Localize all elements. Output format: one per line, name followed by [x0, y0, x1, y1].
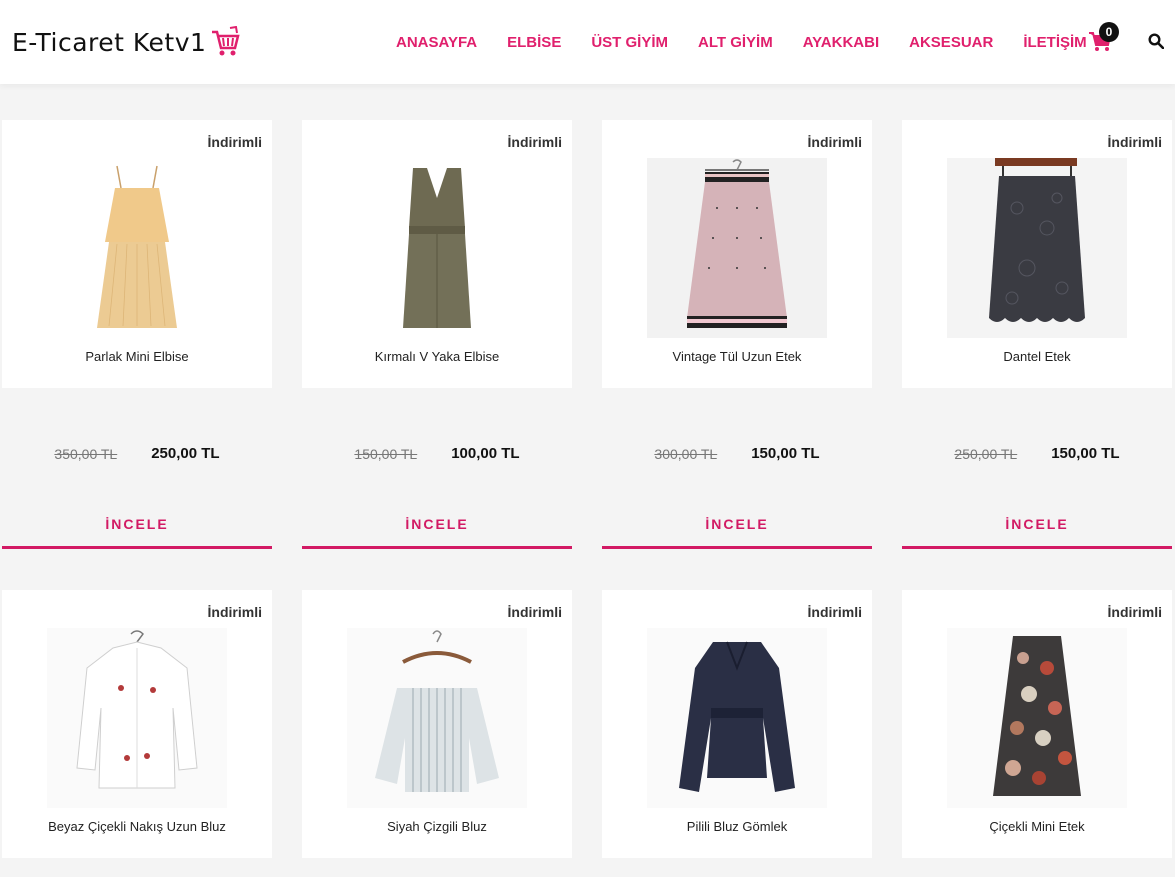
incele-button[interactable]: İNCELE [2, 502, 272, 549]
product-name[interactable]: Parlak Mini Elbise [2, 349, 272, 364]
incele-button[interactable]: İNCELE [902, 502, 1172, 549]
product-card-top: İndirimli Siyah Çizgili Bluz [302, 590, 572, 858]
product-name[interactable]: Siyah Çizgili Bluz [302, 819, 572, 834]
dress-image[interactable] [47, 158, 227, 338]
nav-ayakkabi[interactable]: AYAKKABI [803, 34, 879, 51]
discount-badge: İndirimli [507, 134, 562, 150]
discount-badge: İndirimli [807, 604, 862, 620]
nav-aksesuar[interactable]: AKSESUAR [909, 34, 993, 51]
product-card-top: İndirimli Pilili Bluz Gömlek [602, 590, 872, 858]
discount-badge: İndirimli [207, 134, 262, 150]
discount-badge: İndirimli [1107, 134, 1162, 150]
dress-image[interactable] [347, 158, 527, 338]
product-card-top: İndirimli Vintage Tül Uzun Etek [602, 120, 872, 388]
search-icon[interactable] [1148, 33, 1164, 49]
product-name[interactable]: Dantel Etek [902, 349, 1172, 364]
product-prices: 350,00 TL 250,00 TL [2, 445, 272, 462]
shirt-image[interactable] [47, 628, 227, 808]
cart-count-badge: 0 [1099, 22, 1119, 42]
current-price: 250,00 TL [151, 445, 220, 462]
site-logo[interactable]: E-Ticaret Ketv1 [12, 24, 241, 60]
skirt-image[interactable] [947, 158, 1127, 338]
logo-text: E-Ticaret Ketv1 [12, 27, 207, 57]
old-price: 300,00 TL [654, 445, 718, 462]
product-prices: 150,00 TL 100,00 TL [302, 445, 572, 462]
blouse-image[interactable] [647, 628, 827, 808]
product-name[interactable]: Pilili Bluz Gömlek [602, 819, 872, 834]
nav-elbise[interactable]: ELBİSE [507, 34, 561, 51]
nav-alt-giyim[interactable]: ALT GİYİM [698, 34, 773, 51]
current-price: 150,00 TL [751, 445, 820, 462]
product-card-top: İndirimli Beyaz Çiçekli Nakış Uzun Bluz [2, 590, 272, 858]
discount-badge: İndirimli [207, 604, 262, 620]
nav-ust-giyim[interactable]: ÜST GİYİM [591, 34, 668, 51]
product-name[interactable]: Beyaz Çiçekli Nakış Uzun Bluz [2, 819, 272, 834]
current-price: 100,00 TL [451, 445, 520, 462]
old-price: 150,00 TL [354, 445, 418, 462]
discount-badge: İndirimli [1107, 604, 1162, 620]
main-nav: ANASAYFA ELBİSE ÜST GİYİM ALT GİYİM AYAK… [396, 0, 1117, 84]
skirt-image[interactable] [647, 158, 827, 338]
nav-iletisim[interactable]: İLETİŞİM [1023, 34, 1086, 51]
discount-badge: İndirimli [807, 134, 862, 150]
blouse-image[interactable] [347, 628, 527, 808]
product-prices: 300,00 TL 150,00 TL [602, 445, 872, 462]
current-price: 150,00 TL [1051, 445, 1120, 462]
product-name[interactable]: Kırmalı V Yaka Elbise [302, 349, 572, 364]
incele-button[interactable]: İNCELE [602, 502, 872, 549]
product-card-top: İndirimli Dantel Etek [902, 120, 1172, 388]
product-prices: 250,00 TL 150,00 TL [902, 445, 1172, 462]
nav-anasayfa[interactable]: ANASAYFA [396, 34, 477, 51]
old-price: 350,00 TL [54, 445, 118, 462]
old-price: 250,00 TL [954, 445, 1018, 462]
product-name[interactable]: Çiçekli Mini Etek [902, 819, 1172, 834]
shopping-cart-logo-icon [212, 26, 241, 56]
incele-button[interactable]: İNCELE [302, 502, 572, 549]
discount-badge: İndirimli [507, 604, 562, 620]
skirt-image[interactable] [947, 628, 1127, 808]
product-card-top: İndirimli Parlak Mini Elbise [2, 120, 272, 388]
product-card-top: İndirimli Çiçekli Mini Etek [902, 590, 1172, 858]
site-header: E-Ticaret Ketv1 ANASAYFA ELBİSE ÜST GİYİ… [0, 0, 1175, 84]
product-card-top: İndirimli Kırmalı V Yaka Elbise [302, 120, 572, 388]
product-name[interactable]: Vintage Tül Uzun Etek [602, 349, 872, 364]
